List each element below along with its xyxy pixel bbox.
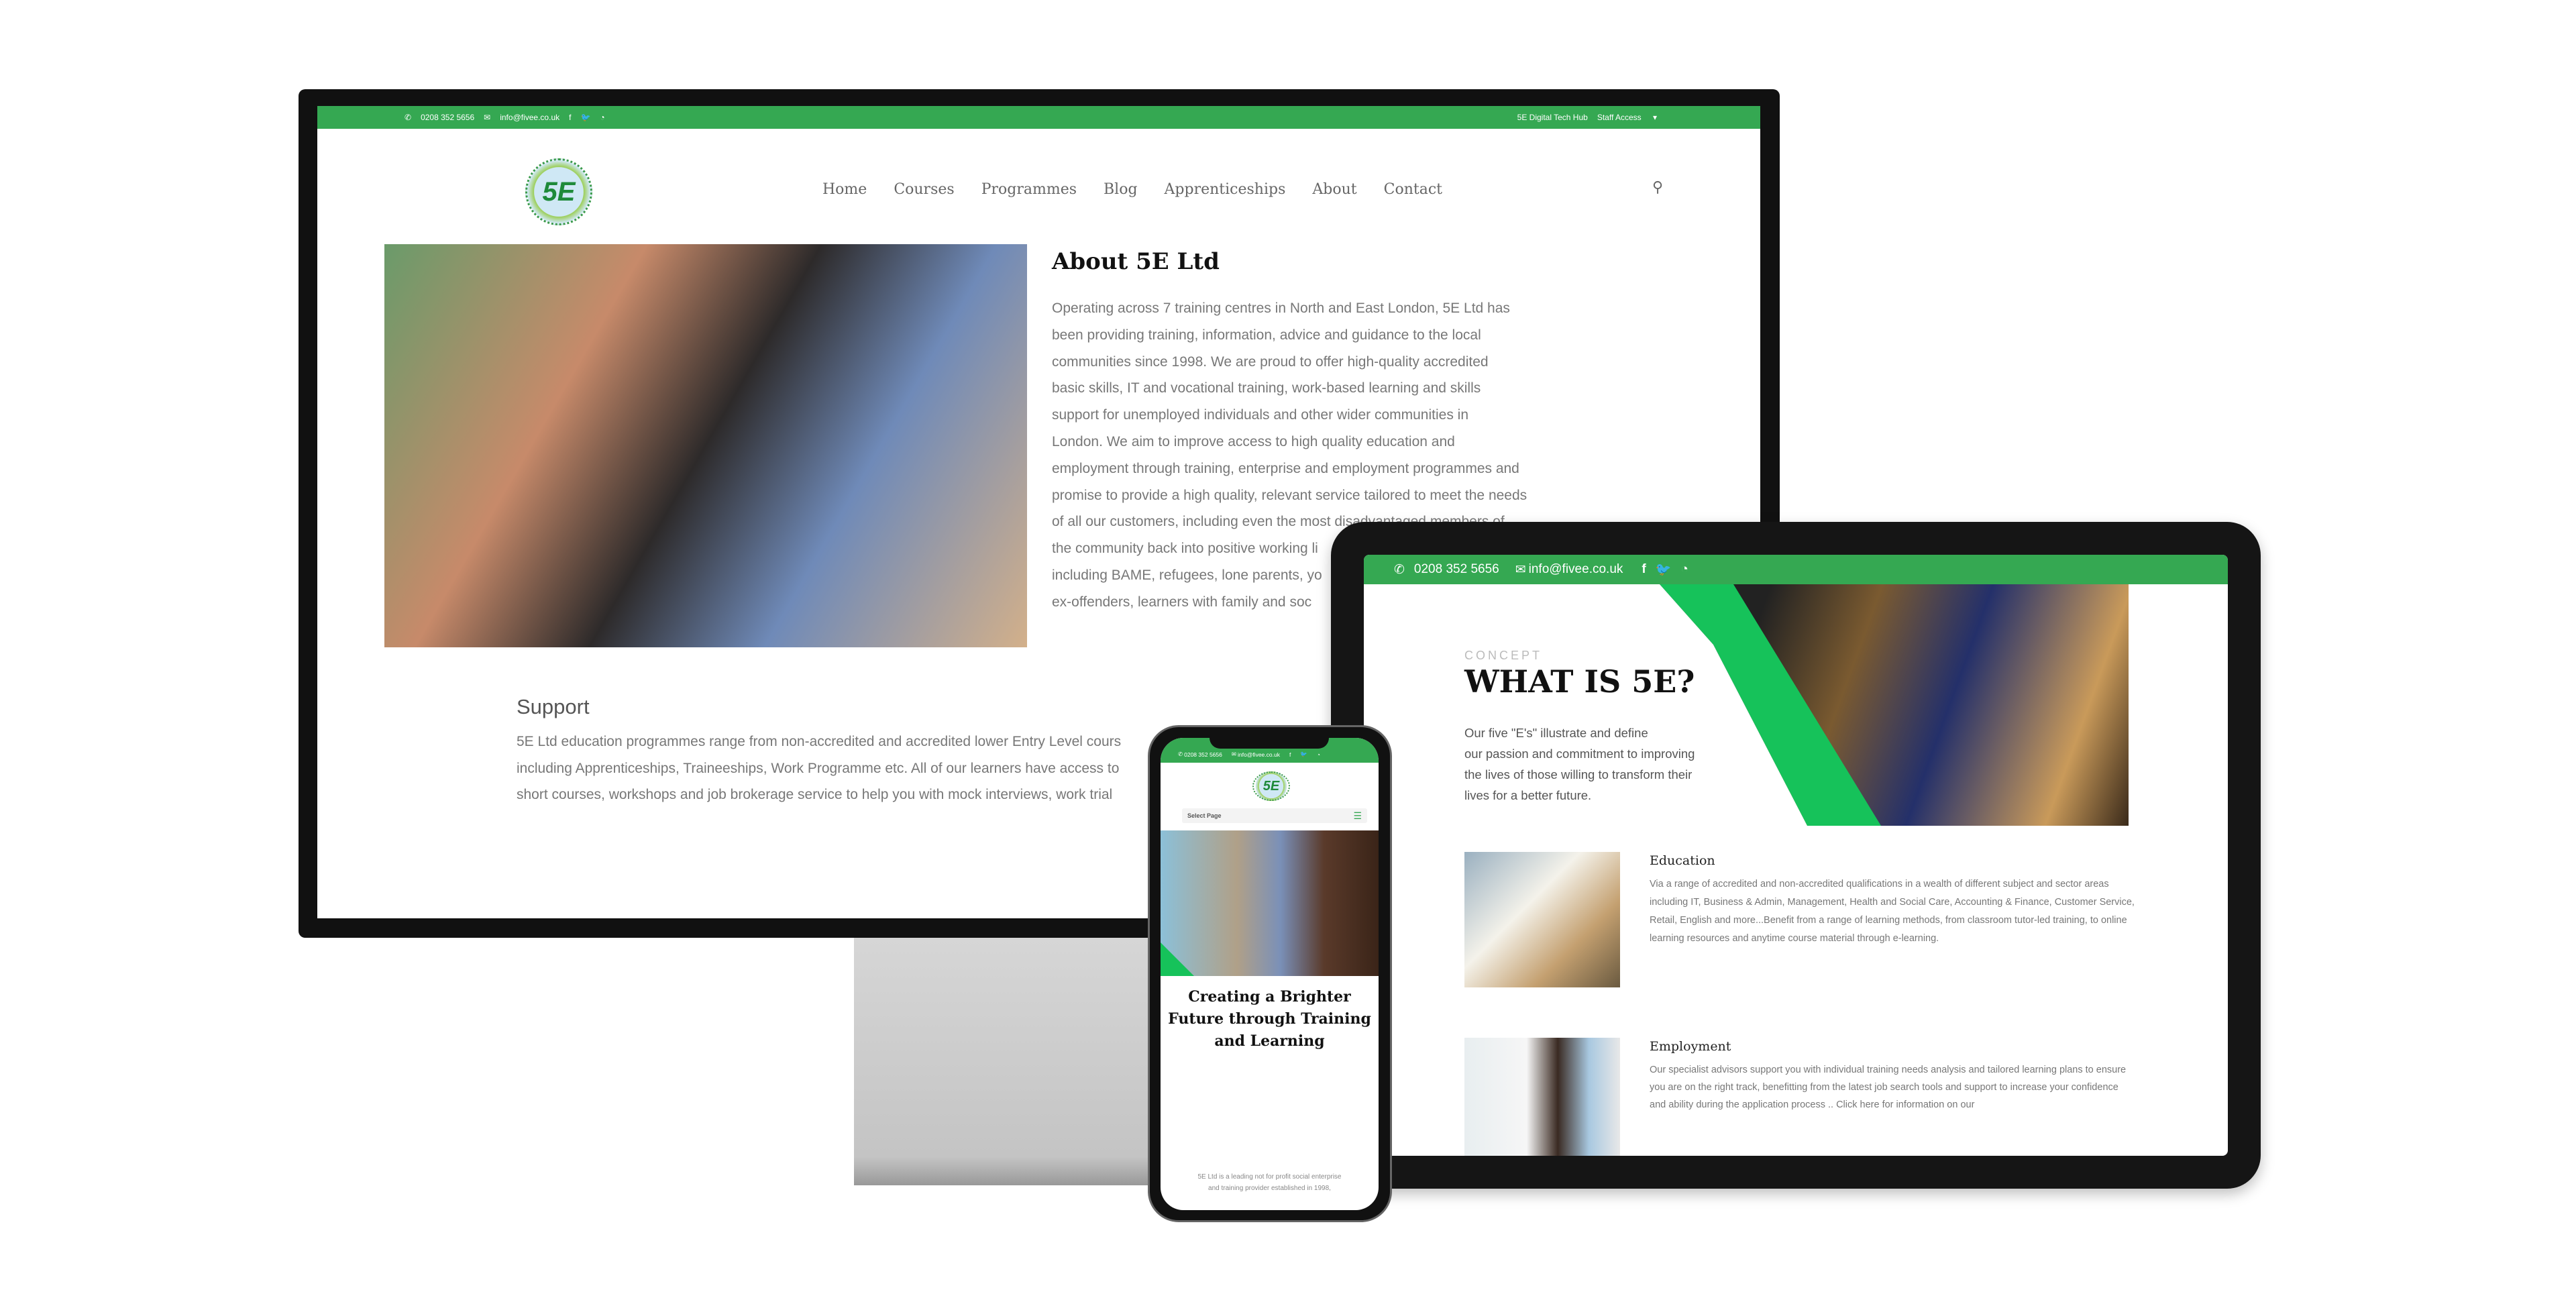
about-line: London. We aim to improve access to high… xyxy=(1052,433,1455,449)
education-photo xyxy=(1464,852,1620,987)
topbar-email[interactable]: info@fivee.co.uk xyxy=(1529,562,1623,577)
logo[interactable]: 5E xyxy=(525,158,592,225)
select-page-dropdown[interactable]: Select Page ☰ xyxy=(1182,808,1367,823)
intro-text: Our five "E's" illustrate and define our… xyxy=(1464,722,1695,806)
education-line: Retail, English and more...Benefit from … xyxy=(1650,915,2127,926)
hero-text-line: 5E Ltd is a leading not for profit socia… xyxy=(1197,1173,1342,1181)
hero-heading: Creating a Brighter Future through Train… xyxy=(1161,986,1379,1052)
about-title: About 5E Ltd xyxy=(1052,248,1220,275)
about-line: support for unemployed individuals and o… xyxy=(1052,407,1468,423)
concept-label: CONCEPT xyxy=(1464,649,1543,662)
intro-line: Our five "E's" illustrate and define xyxy=(1464,726,1648,740)
what-is-5e-title: WHAT IS 5E? xyxy=(1464,663,1695,700)
employment-photo xyxy=(1464,1038,1620,1156)
intro-line: our passion and commitment to improving xyxy=(1464,747,1695,761)
logo-text: 5E xyxy=(542,176,576,207)
hero-text: 5E Ltd is a leading not for profit socia… xyxy=(1161,1171,1379,1194)
topbar-email[interactable]: info@fivee.co.uk xyxy=(500,113,559,122)
phone-screen: ✆ 0208 352 5656 ✉ info@fivee.co.uk f 🐦 ◔… xyxy=(1161,738,1379,1210)
education-line: learning resources and anytime course ma… xyxy=(1650,933,1939,944)
phone-icon: ✆ xyxy=(1394,562,1405,577)
facebook-icon[interactable]: f xyxy=(1289,751,1291,758)
nav-contact[interactable]: Contact xyxy=(1384,181,1442,198)
desktop-topbar: ✆ 0208 352 5656 ✉ info@fivee.co.uk f 🐦 ◔… xyxy=(317,106,1760,129)
digital-tech-hub-link[interactable]: 5E Digital Tech Hub xyxy=(1517,113,1588,122)
about-line: Operating across 7 training centres in N… xyxy=(1052,301,1510,316)
education-line: including IT, Business & Admin, Manageme… xyxy=(1650,897,2135,908)
topbar-phone[interactable]: 0208 352 5656 xyxy=(1414,562,1499,577)
students-photo xyxy=(384,244,1027,647)
tablet-topbar: ✆ 0208 352 5656 ✉ info@fivee.co.uk f 🐦 ◔ xyxy=(1364,555,2228,584)
facebook-icon[interactable]: f xyxy=(1642,562,1646,577)
hero-heading-line: Future through Training xyxy=(1168,1010,1371,1028)
staff-access-menu[interactable]: Staff Access ▾ xyxy=(1597,113,1666,122)
support-title: Support xyxy=(517,695,590,718)
logo-text: 5E xyxy=(1263,778,1280,794)
employment-text: Our specialist advisors support you with… xyxy=(1650,1061,2126,1114)
logo[interactable]: 5E xyxy=(1252,771,1290,801)
topbar-email[interactable]: info@fivee.co.uk xyxy=(1238,751,1280,758)
search-icon[interactable]: ⚲ xyxy=(1652,178,1663,196)
facebook-icon[interactable]: f xyxy=(569,113,571,122)
rss-icon[interactable]: ◔ xyxy=(600,113,604,122)
nav-about[interactable]: About xyxy=(1312,181,1356,198)
about-line: basic skills, IT and vocational training… xyxy=(1052,380,1481,396)
mail-icon: ✉ xyxy=(484,113,491,122)
nav-blog[interactable]: Blog xyxy=(1104,181,1138,198)
rss-icon[interactable]: ◔ xyxy=(1680,562,1688,577)
education-text: Via a range of accredited and non-accred… xyxy=(1650,875,2135,948)
about-line: communities since 1998. We are proud to … xyxy=(1052,354,1489,370)
monitor-stand xyxy=(854,900,1156,1185)
tablet-screen: ✆ 0208 352 5656 ✉ info@fivee.co.uk f 🐦 ◔… xyxy=(1364,555,2228,1156)
twitter-icon[interactable]: 🐦 xyxy=(1656,561,1672,578)
phone-icon: ✆ xyxy=(1178,751,1183,757)
hero-heading-line: and Learning xyxy=(1214,1032,1325,1050)
employment-line: Our specialist advisors support you with… xyxy=(1650,1065,2127,1075)
support-line: short courses, workshops and job brokera… xyxy=(517,787,1113,802)
intro-line: the lives of those willing to transform … xyxy=(1464,767,1693,781)
intro-line: lives for a better future. xyxy=(1464,788,1592,802)
hero-text-line: and training provider established in 199… xyxy=(1208,1185,1331,1192)
education-line: Via a range of accredited and non-accred… xyxy=(1650,879,2109,889)
twitter-icon[interactable]: 🐦 xyxy=(1300,751,1307,758)
employment-line: and ability during the application proce… xyxy=(1650,1099,1975,1110)
support-line: 5E Ltd education programmes range from n… xyxy=(517,734,1122,749)
nav-home[interactable]: Home xyxy=(822,181,867,198)
select-page-label: Select Page xyxy=(1187,812,1222,819)
mail-icon: ✉ xyxy=(1231,751,1236,757)
green-corner-accent xyxy=(1161,942,1194,976)
employment-line: you are on the right track, benefitting … xyxy=(1650,1082,2118,1093)
topbar-phone[interactable]: 0208 352 5656 xyxy=(421,113,474,122)
hero-heading-line: Creating a Brighter xyxy=(1188,988,1351,1006)
twitter-icon[interactable]: 🐦 xyxy=(580,113,590,122)
mail-icon: ✉ xyxy=(1515,562,1526,577)
staff-access-label: Staff Access xyxy=(1597,113,1642,122)
nav-programmes[interactable]: Programmes xyxy=(981,181,1077,198)
phone-icon: ✆ xyxy=(405,113,412,122)
education-title: Education xyxy=(1650,853,1715,868)
nav-courses[interactable]: Courses xyxy=(894,181,954,198)
employment-title: Employment xyxy=(1650,1039,1731,1054)
rss-icon[interactable]: ◔ xyxy=(1317,751,1320,758)
support-text: 5E Ltd education programmes range from n… xyxy=(517,728,1121,808)
main-nav: Home Courses Programmes Blog Apprentices… xyxy=(822,181,1442,198)
chevron-down-icon: ▾ xyxy=(1652,113,1657,122)
support-line: including Apprenticeships, Traineeships,… xyxy=(517,760,1120,776)
phone-notch xyxy=(1210,738,1329,749)
about-line: employment through training, enterprise … xyxy=(1052,460,1519,476)
nav-apprenticeships[interactable]: Apprenticeships xyxy=(1165,181,1286,198)
topbar-phone[interactable]: 0208 352 5656 xyxy=(1184,751,1222,758)
about-line: promise to provide a high quality, relev… xyxy=(1052,487,1527,503)
about-line: been providing training, information, ad… xyxy=(1052,327,1481,343)
hamburger-icon: ☰ xyxy=(1353,810,1362,821)
